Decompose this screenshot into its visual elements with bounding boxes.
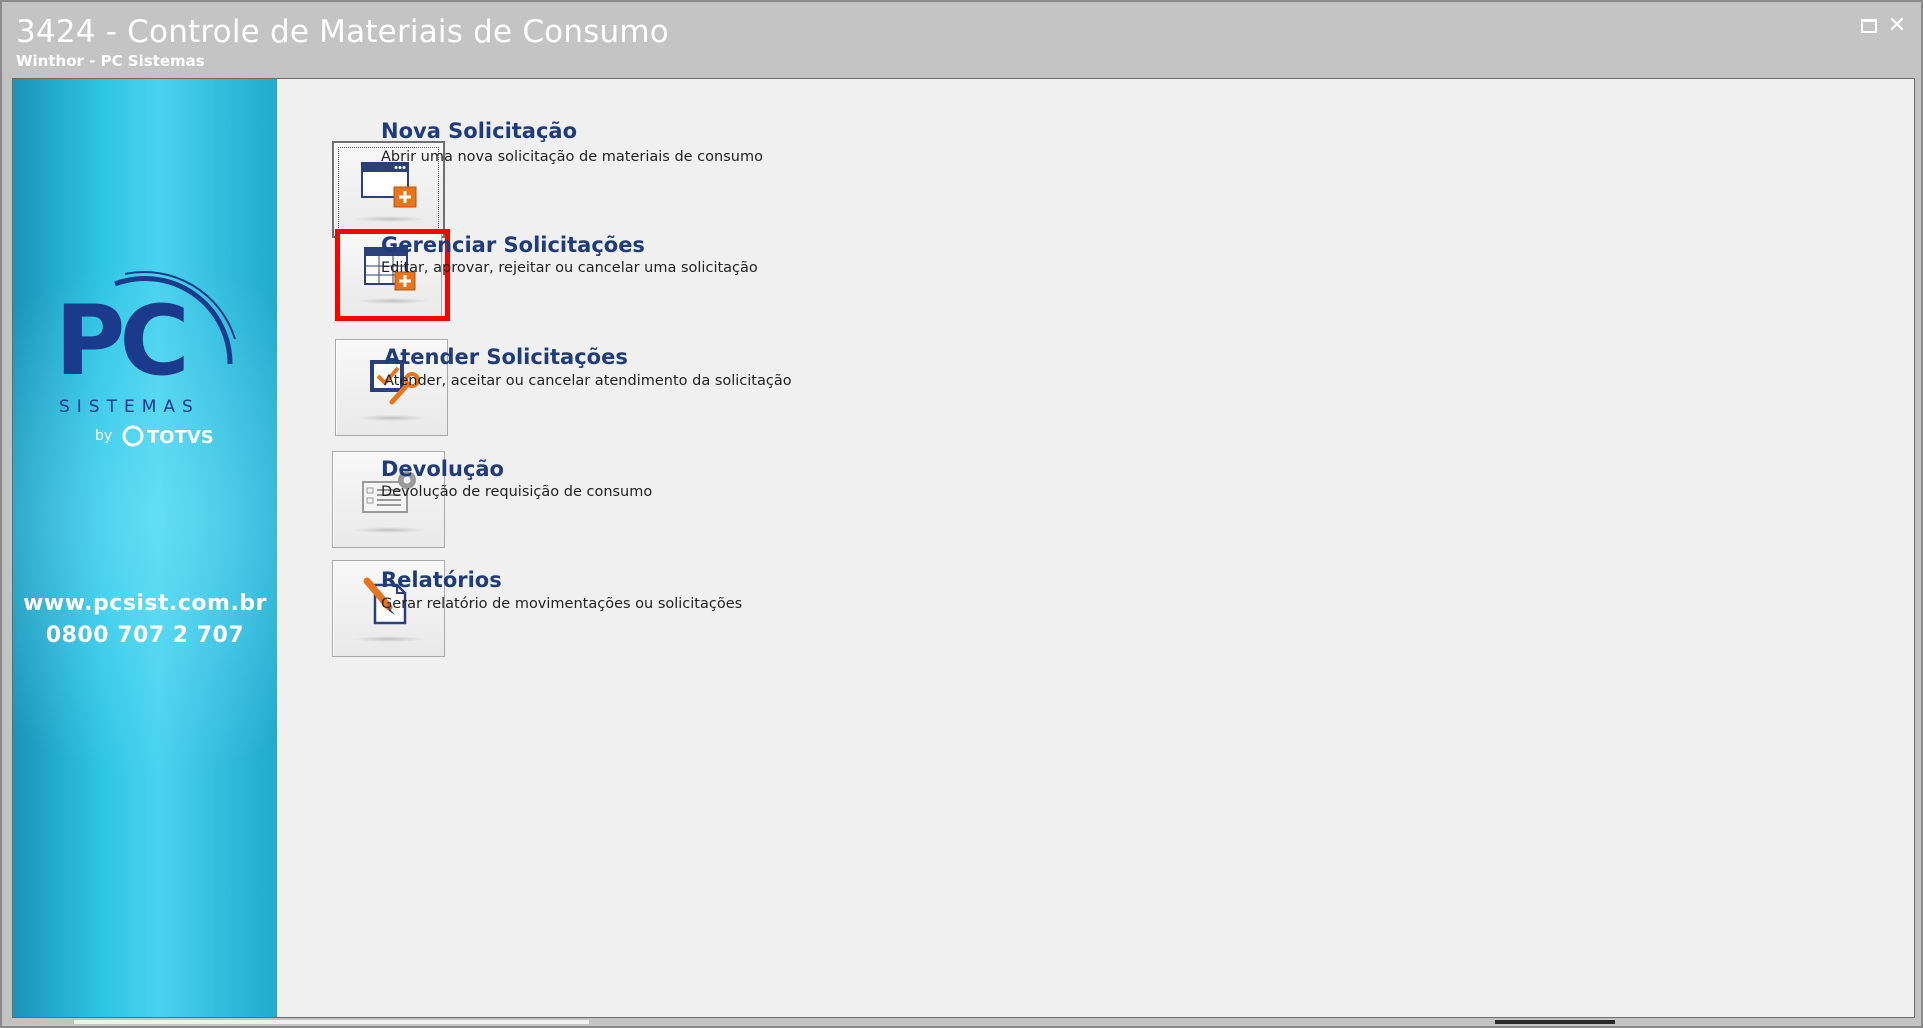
app-window: 3424 - Controle de Materiais de Consumo …	[0, 0, 1923, 1028]
gerenciar-solicitacoes-desc: Editar, aprovar, rejeitar ou cancelar um…	[381, 260, 758, 276]
pc-sistemas-logo: PC SISTEMAS by TOTVS	[55, 271, 236, 448]
close-button[interactable]: ✕	[1884, 12, 1910, 38]
devolucao-title[interactable]: Devolução	[381, 457, 504, 481]
main-panel: PC SISTEMAS by TOTVS www.pcsist.com.br 0…	[12, 78, 1915, 1018]
website-text: www.pcsist.com.br	[23, 591, 267, 616]
gerenciar-solicitacoes-title[interactable]: Gerenciar Solicitações	[381, 233, 645, 257]
taskbar-strip-dark	[1495, 1020, 1615, 1024]
window-add-icon	[361, 162, 417, 208]
logo-by-text: by	[95, 428, 112, 444]
logo-pc-text: PC	[55, 285, 184, 397]
atender-solicitacoes-desc: Atender, aceitar ou cancelar atendimento…	[384, 373, 792, 389]
maximize-button[interactable]	[1856, 12, 1882, 38]
title-bar[interactable]: 3424 - Controle de Materiais de Consumo …	[2, 2, 1921, 72]
sidebar-banner: PC SISTEMAS by TOTVS www.pcsist.com.br 0…	[13, 79, 277, 1017]
logo-sistemas-text: SISTEMAS	[59, 397, 200, 417]
phone-text: 0800 707 2 707	[45, 623, 245, 648]
nova-solicitacao-title[interactable]: Nova Solicitação	[381, 119, 577, 143]
nova-solicitacao-desc: Abrir uma nova solicitação de materiais …	[381, 149, 763, 165]
window-title: 3424 - Controle de Materiais de Consumo	[16, 14, 669, 50]
logo-totvs-text: TOTVS	[147, 427, 214, 448]
relatorios-title[interactable]: Relatórios	[381, 568, 502, 592]
devolucao-desc: Devolução de requisição de consumo	[381, 484, 653, 500]
atender-solicitacoes-title[interactable]: Atender Solicitações	[384, 345, 628, 369]
maximize-icon	[1861, 19, 1877, 34]
relatorios-desc: Gerar relatório de movimentações ou soli…	[381, 596, 743, 612]
taskbar-strip	[74, 1020, 589, 1024]
window-subtitle: Winthor - PC Sistemas	[16, 52, 205, 70]
